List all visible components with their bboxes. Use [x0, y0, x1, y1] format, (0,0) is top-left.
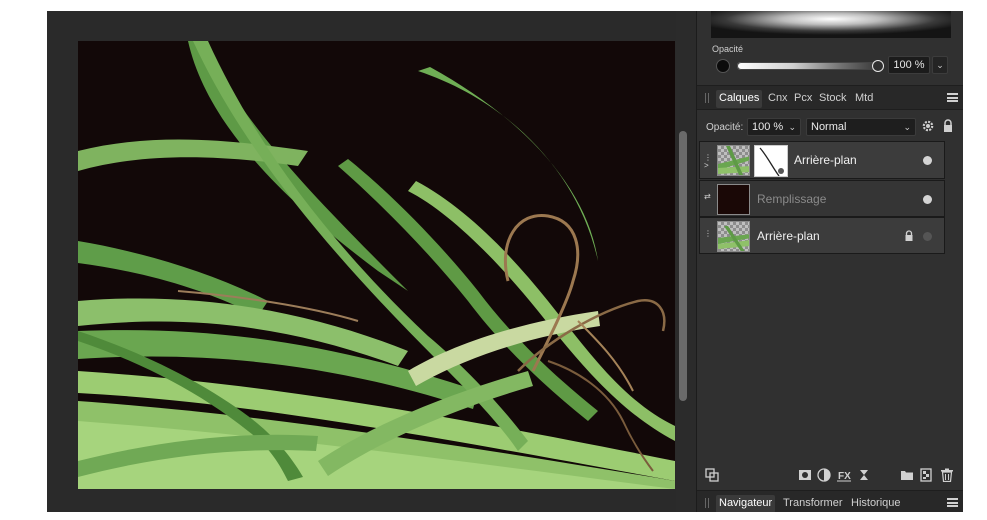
layer-opacity-value: 100 % — [752, 121, 784, 133]
visibility-toggle[interactable] — [923, 232, 932, 241]
adjustment-layer-icon[interactable] — [817, 468, 831, 482]
grass-photo-image — [78, 41, 675, 489]
layer-row[interactable]: ⋮ Arrière-plan — [699, 217, 945, 254]
visibility-toggle[interactable] — [923, 195, 932, 204]
layer-expand-icon[interactable]: ⋮ > — [704, 154, 712, 170]
arrange-layers-icon[interactable] — [705, 468, 719, 482]
affinity-photo-window: Opacité 100 % ⌄ Calques Cnx Pcx Stock Mt… — [47, 11, 963, 512]
trash-icon[interactable] — [940, 468, 954, 482]
tab-calques[interactable]: Calques — [716, 90, 763, 108]
fx-icon[interactable]: FX — [837, 468, 851, 482]
layer-row[interactable]: ⇄ Remplissage — [699, 180, 945, 217]
group-folder-icon[interactable] — [900, 468, 914, 482]
layer-opacity-field[interactable]: 100 % ⌄ — [747, 118, 801, 136]
blend-mode-value: Normal — [811, 121, 847, 133]
brush-opacity-slider[interactable] — [737, 62, 877, 70]
layer-thumbnail — [717, 145, 750, 176]
brush-opacity-label: Opacité — [712, 44, 744, 54]
fill-layer-icon: ⇄ — [704, 192, 711, 201]
panel-menu-icon[interactable] — [947, 498, 958, 507]
live-filter-icon[interactable] — [857, 468, 871, 482]
chevron-down-icon[interactable]: ⌄ — [932, 56, 948, 74]
panel-grip-icon[interactable] — [705, 93, 709, 103]
mask-layer-icon[interactable] — [798, 468, 812, 482]
new-pixel-layer-icon[interactable] — [919, 468, 933, 482]
tab-cnx[interactable]: Cnx — [765, 90, 791, 108]
lock-icon[interactable] — [942, 119, 954, 133]
right-studio-panel: Opacité 100 % ⌄ Calques Cnx Pcx Stock Mt… — [696, 11, 963, 512]
vertical-scrollbar[interactable] — [679, 131, 687, 401]
tab-historique[interactable]: Historique — [848, 495, 904, 512]
layer-handle-icon[interactable]: ⋮ — [704, 230, 712, 239]
panel-menu-icon[interactable] — [947, 93, 958, 102]
chevron-down-icon: ⌄ — [903, 122, 911, 132]
layer-name[interactable]: Arrière-plan — [794, 153, 857, 167]
layer-name[interactable]: Arrière-plan — [757, 229, 820, 243]
layer-opacity-label: Opacité: — [706, 122, 744, 133]
tab-navigateur[interactable]: Navigateur — [716, 495, 776, 512]
lock-icon[interactable] — [904, 230, 914, 242]
navigator-panel-tabbar: Navigateur Transformer Historique — [697, 490, 963, 512]
panel-grip-icon[interactable] — [705, 498, 709, 508]
slider-knob[interactable] — [872, 60, 884, 72]
canvas-area[interactable] — [47, 11, 687, 512]
chevron-down-icon: ⌄ — [788, 122, 796, 132]
svg-text:FX: FX — [838, 471, 851, 482]
layer-name[interactable]: Remplissage — [757, 192, 826, 206]
mask-thumbnail[interactable] — [754, 145, 788, 177]
tab-stock[interactable]: Stock — [816, 90, 850, 108]
layer-thumbnail — [717, 221, 750, 252]
visibility-toggle[interactable] — [923, 156, 932, 165]
tab-transformer[interactable]: Transformer — [780, 495, 846, 512]
layer-row[interactable]: ⋮ > Arrière-plan — [699, 141, 945, 179]
layer-actions-bar: FX — [697, 463, 963, 488]
brush-opacity-value[interactable]: 100 % — [888, 56, 930, 74]
blend-mode-select[interactable]: Normal ⌄ — [806, 118, 916, 136]
brush-preview — [711, 11, 951, 38]
color-swatch[interactable] — [716, 59, 730, 73]
layer-thumbnail — [717, 184, 750, 215]
tab-mtd[interactable]: Mtd — [852, 90, 876, 108]
layers-panel-tabbar: Calques Cnx Pcx Stock Mtd — [697, 85, 963, 110]
document-canvas-grass-photo[interactable] — [78, 41, 675, 489]
gear-icon[interactable] — [921, 119, 935, 133]
tab-pcx[interactable]: Pcx — [791, 90, 815, 108]
